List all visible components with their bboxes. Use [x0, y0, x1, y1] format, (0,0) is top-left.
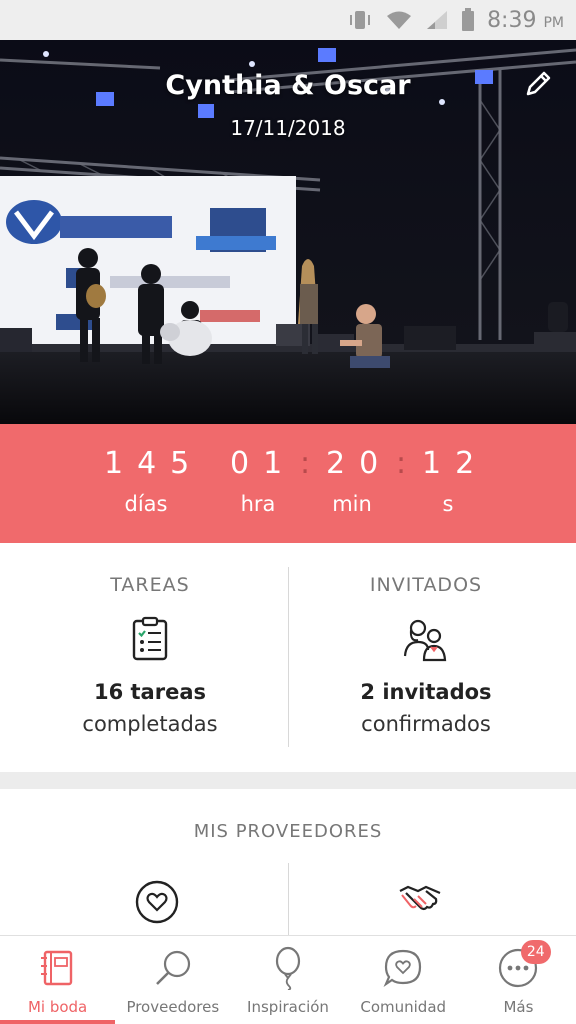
- countdown-days: 145: [104, 446, 204, 481]
- nav-mi-boda[interactable]: Mi boda: [0, 936, 116, 1024]
- summary-card: TAREAS 16 tareas completadas INVITADOS 2…: [0, 543, 576, 772]
- nav-inspiracion[interactable]: Inspiración: [230, 936, 345, 1024]
- nav-proveedores[interactable]: Proveedores: [115, 936, 230, 1024]
- search-icon: [151, 946, 195, 990]
- signal-icon: [425, 9, 449, 31]
- countdown-seconds-label: s: [442, 492, 454, 516]
- countdown-minutes: 20: [326, 446, 393, 481]
- nav-label: Comunidad: [360, 998, 447, 1016]
- hero-photo: Cynthia & Oscar 17/11/2018: [0, 40, 576, 424]
- pencil-icon[interactable]: [522, 68, 554, 100]
- status-bar: 8:39 PM: [0, 0, 576, 40]
- nav-comunidad[interactable]: Comunidad: [346, 936, 461, 1024]
- notification-badge: 24: [520, 940, 551, 964]
- nav-label: Más: [503, 998, 534, 1016]
- clock: 8:39 PM: [487, 7, 564, 33]
- nav-label: Inspiración: [247, 998, 329, 1016]
- countdown-separator: :: [300, 446, 311, 481]
- chat-heart-icon: [381, 946, 425, 990]
- balloon-icon: [266, 946, 310, 990]
- countdown-seconds: 12: [422, 446, 489, 481]
- guests-count: 2 invitados: [360, 680, 492, 704]
- nav-label: Proveedores: [126, 998, 220, 1016]
- nav-label: Mi boda: [27, 998, 88, 1016]
- tasks-title: TAREAS: [110, 574, 190, 596]
- countdown-separator: :: [396, 446, 407, 481]
- vibrate-icon: [347, 9, 373, 31]
- providers-divider: [288, 863, 289, 935]
- guests-title: INVITADOS: [369, 574, 483, 596]
- countdown-minutes-label: min: [332, 492, 372, 516]
- heart-circle-icon[interactable]: [134, 879, 180, 930]
- countdown-hours: 01: [230, 446, 297, 481]
- screen: 8:39 PM Cynthia & Oscar 17/11/2018 145 0…: [0, 0, 576, 1024]
- providers-card: MIS PROVEEDORES: [0, 789, 576, 935]
- countdown: 145 01 : 20 : 12 días hra min s: [0, 424, 576, 543]
- bottom-navigation: Mi boda Proveedores Inspiración Comunida…: [0, 935, 576, 1024]
- wifi-icon: [385, 9, 413, 31]
- tasks-subtitle: completadas: [82, 712, 218, 736]
- handshake-icon[interactable]: [396, 879, 444, 924]
- nav-mas[interactable]: 24 Más: [461, 936, 576, 1024]
- tasks-summary[interactable]: TAREAS 16 tareas completadas: [6, 543, 294, 772]
- couple-names: Cynthia & Oscar: [165, 70, 411, 101]
- guests-summary[interactable]: INVITADOS 2 invitados confirmados: [282, 543, 570, 772]
- tasks-count: 16 tareas: [93, 680, 206, 704]
- providers-title: MIS PROVEEDORES: [193, 821, 383, 842]
- battery-icon: [461, 8, 475, 32]
- guests-subtitle: confirmados: [361, 712, 491, 736]
- countdown-days-label: días: [124, 492, 168, 516]
- couple-icon: [403, 616, 447, 662]
- notebook-icon: [36, 946, 80, 990]
- wedding-date: 17/11/2018: [230, 116, 346, 140]
- checklist-icon: [130, 616, 170, 662]
- countdown-hours-label: hra: [240, 492, 276, 516]
